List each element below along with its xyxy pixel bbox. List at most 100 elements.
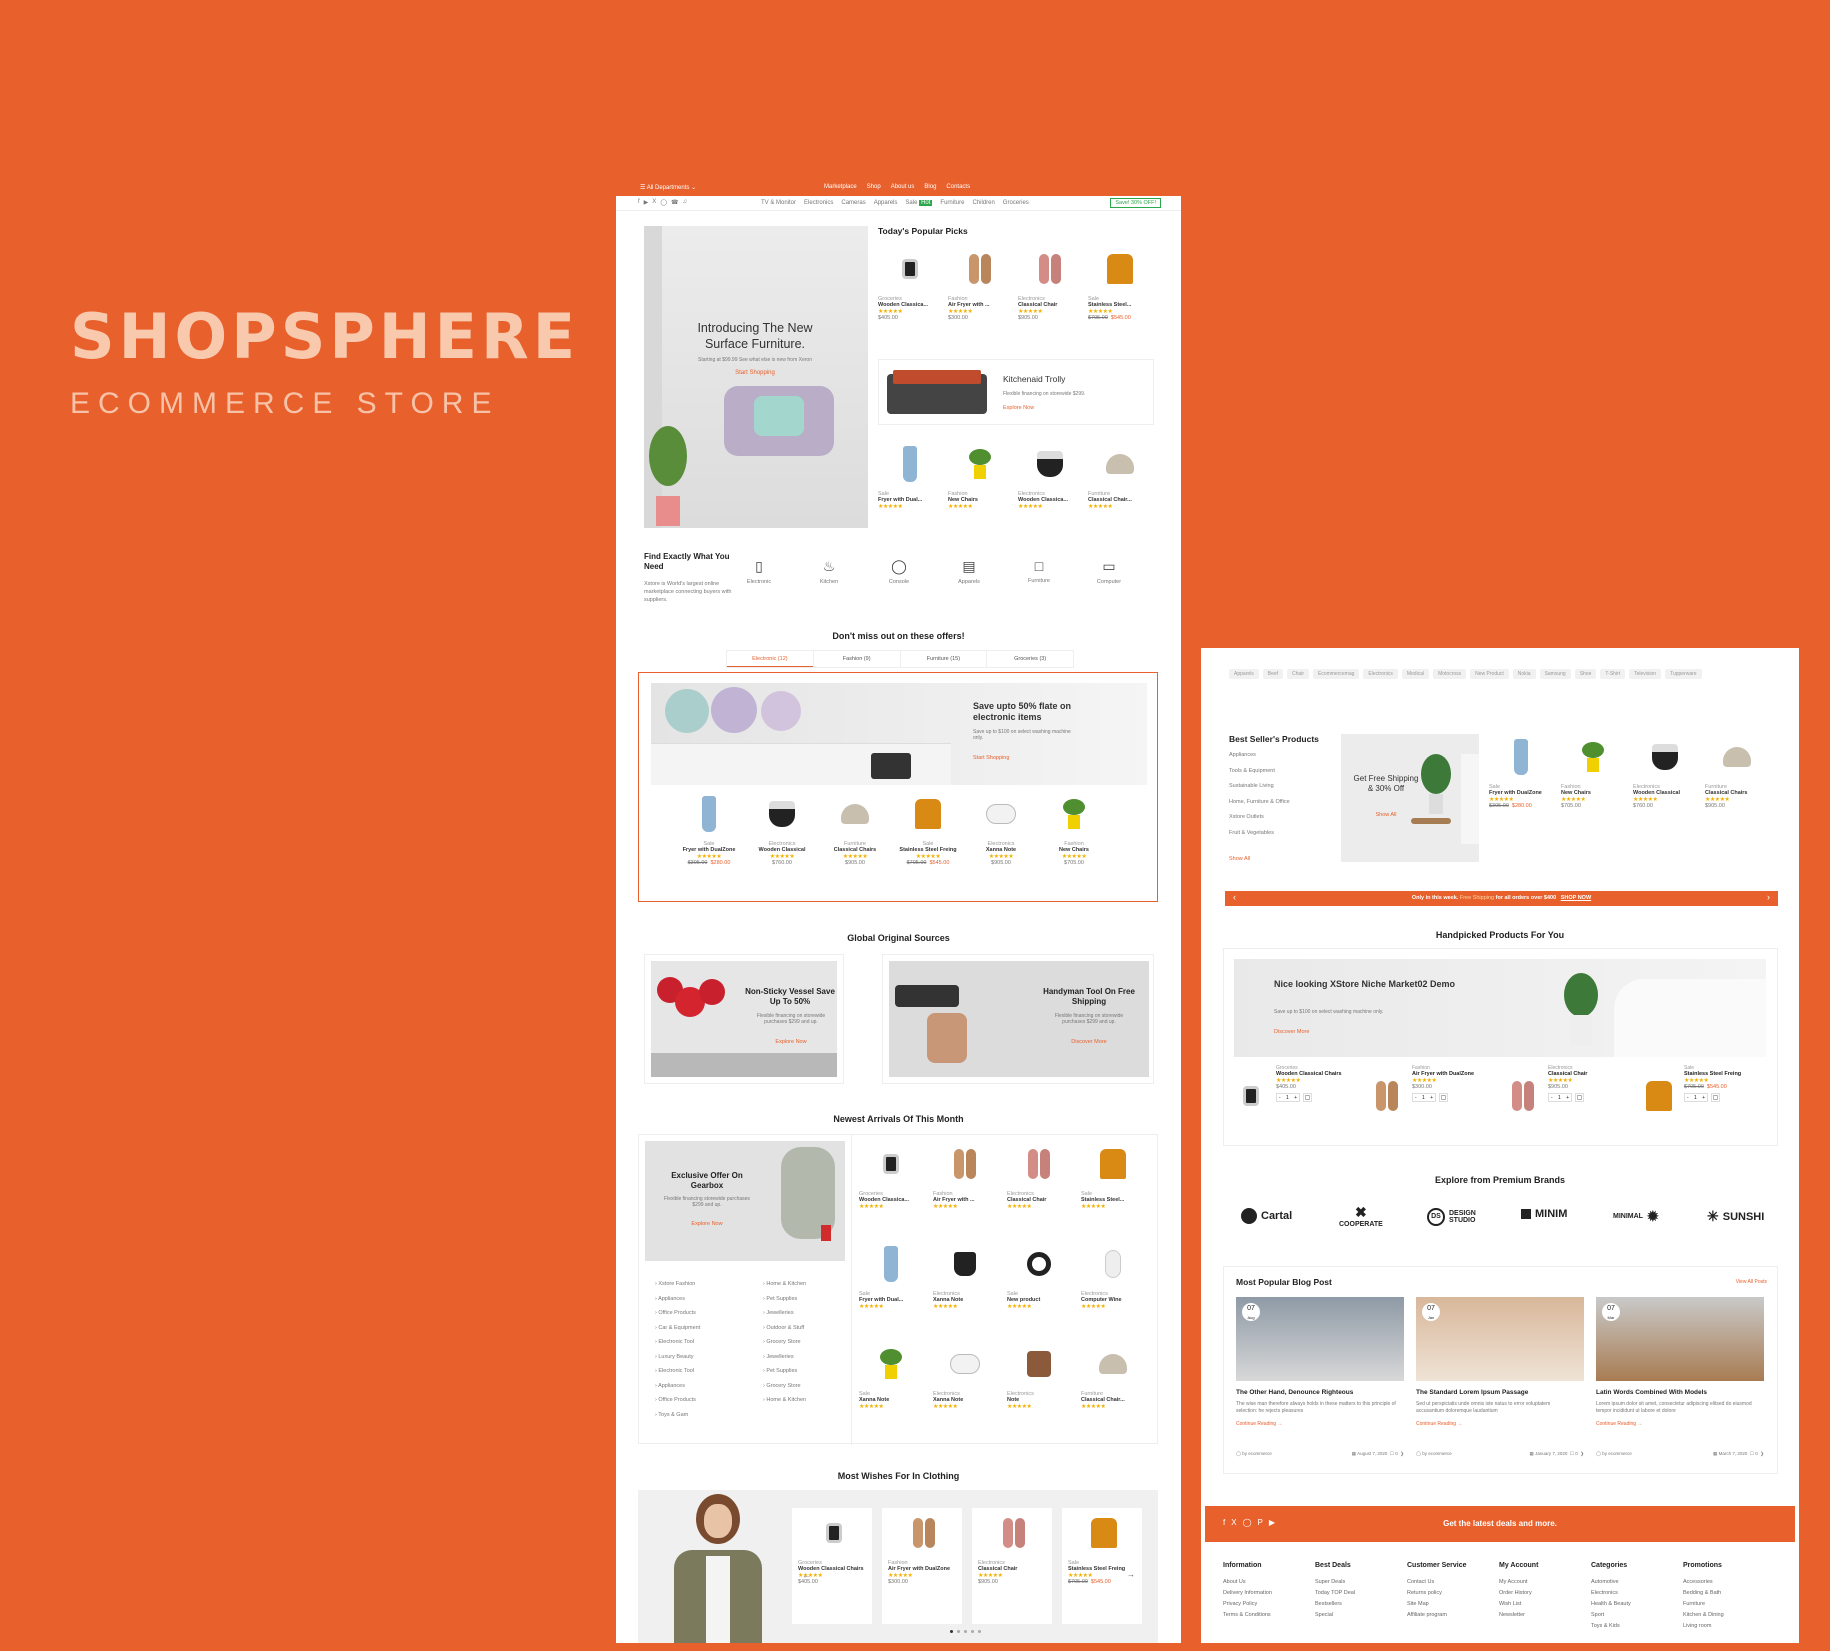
cat-cameras[interactable]: Cameras [841, 200, 865, 206]
strip-next-icon[interactable]: › [1767, 892, 1770, 902]
promo-badge[interactable]: Save! 30% OFF! [1110, 198, 1161, 208]
bestseller-link[interactable]: Sustainable Living [1229, 779, 1290, 795]
blog-post-title[interactable]: The Standard Lorem Ipsum Passage [1416, 1389, 1584, 1396]
arrivals-link[interactable]: › Pet Supplies [763, 1364, 806, 1379]
blog-post[interactable]: 07 Mar Latin Words Combined With Models L… [1596, 1297, 1764, 1467]
quantity-stepper[interactable]: -1 + ▢ [1548, 1093, 1628, 1102]
tag-chip[interactable]: Television [1629, 669, 1662, 679]
product-card[interactable]: Furniture Classical Chairs ★★★★★ $905.00 [823, 791, 887, 866]
product-card[interactable]: Electronics Wooden Classical ★★★★★ $760.… [1633, 734, 1697, 809]
product-card[interactable]: Sale Xanna Note ★★★★★ [859, 1341, 923, 1410]
gearbox-cta[interactable]: Explore Now [663, 1221, 751, 1227]
footer-link[interactable]: My Account [1499, 1577, 1538, 1588]
footer-link[interactable]: Sport [1591, 1610, 1631, 1621]
share-icon[interactable]: ❯ [1400, 1451, 1404, 1456]
dot[interactable] [964, 1630, 967, 1633]
bestseller-link[interactable]: Appliances [1229, 748, 1290, 764]
footer-link[interactable]: Terms & Conditions [1223, 1610, 1272, 1621]
arrivals-link[interactable]: › Jewelleries [763, 1350, 806, 1365]
x-icon[interactable]: X [652, 199, 656, 206]
footer-link[interactable]: Bedding & Bath [1683, 1588, 1724, 1599]
prev-arrow-icon[interactable]: ← [802, 1570, 811, 1580]
arrivals-link[interactable]: › Toys & Gam [655, 1408, 700, 1423]
tag-chip[interactable]: Medical [1401, 669, 1430, 679]
product-card[interactable]: Electronics Xanna Note ★★★★★ [933, 1341, 997, 1410]
footer-link[interactable]: Living room [1683, 1621, 1724, 1632]
minus-icon[interactable]: - [1551, 1095, 1553, 1101]
cart-icon[interactable]: ▢ [1439, 1093, 1448, 1102]
find-item[interactable]: ▤ Apparels [944, 558, 994, 585]
plus-icon[interactable]: + [1566, 1095, 1569, 1101]
continue-reading[interactable]: Continue Reading → [1416, 1421, 1462, 1427]
arrivals-link[interactable]: › Luxury Beauty [655, 1350, 700, 1365]
cat-sale[interactable]: Sale Hot [905, 200, 933, 206]
youtube-icon[interactable]: ▶ [644, 199, 649, 206]
footer-link[interactable]: Health & Beauty [1591, 1599, 1631, 1610]
blog-view-all[interactable]: View All Posts [1736, 1279, 1767, 1285]
product-card[interactable]: Electronics Classical Chair ★★★★★ [1007, 1141, 1071, 1210]
arrivals-link[interactable]: › Appliances [655, 1379, 700, 1394]
next-arrow-icon[interactable]: → [1124, 1568, 1138, 1582]
free-shipping-banner[interactable]: Get Free Shipping & 30% Off Show All [1341, 734, 1479, 862]
cat-children[interactable]: Children [972, 200, 994, 206]
plus-icon[interactable]: + [1702, 1095, 1705, 1101]
tab-furniture[interactable]: Furniture (15) [899, 651, 987, 667]
handpicked-item[interactable]: Electronics Classical Chair ★★★★★ $905.0… [1504, 1065, 1630, 1135]
kitchenaid-banner[interactable]: Kitchenaid Trolly Flexible financing on … [878, 359, 1154, 425]
vessel-cta[interactable]: Explore Now [749, 1039, 833, 1045]
facebook-icon[interactable]: f [638, 199, 640, 206]
nav-marketplace[interactable]: Marketplace [824, 184, 857, 190]
handpicked-banner[interactable]: Nice looking XStore Niche Market02 Demo … [1234, 959, 1766, 1057]
dot-active[interactable] [950, 1630, 953, 1633]
offers-banner[interactable]: Save upto 50% flate on electronic items … [651, 683, 1147, 785]
product-card[interactable]: Groceries Wooden Classica... ★★★★★ [859, 1141, 923, 1210]
cat-groceries[interactable]: Groceries [1003, 200, 1029, 206]
product-card[interactable]: Electronics Classical Chair ★★★★★ $905.0… [978, 1510, 1050, 1585]
tab-fashion[interactable]: Fashion (9) [812, 651, 900, 667]
blog-image[interactable] [1596, 1297, 1764, 1381]
bestseller-link[interactable]: Home, Furniture & Office [1229, 795, 1290, 811]
product-card[interactable]: Sale Fryer with DualZone ★★★★★ $305.00 $2… [1489, 734, 1553, 809]
find-item[interactable]: ▭ Computer [1084, 558, 1134, 585]
offers-banner-cta[interactable]: Start Shopping [973, 755, 1009, 761]
product-card[interactable]: Fashion Air Fryer with ... ★★★★★ $300.00 [948, 246, 1012, 321]
footer-link[interactable]: Accessories [1683, 1577, 1724, 1588]
find-item[interactable]: ♨ Kitchen [804, 558, 854, 585]
product-card[interactable]: Fashion New Chairs ★★★★★ $705.00 [1042, 791, 1106, 866]
product-card[interactable]: Fashion Air Fryer with ... ★★★★★ [933, 1141, 997, 1210]
product-card[interactable]: Electronics Computer Wine ★★★★★ [1081, 1241, 1145, 1310]
find-item[interactable]: ◯ Console [874, 558, 924, 585]
arrivals-link[interactable]: › Grocery Store [763, 1379, 806, 1394]
cart-icon[interactable]: ▢ [1303, 1093, 1312, 1102]
gearbox-banner[interactable]: Exclusive Offer On Gearbox Flexible fina… [645, 1141, 845, 1261]
arrivals-link[interactable]: › Outdoor & Stuff [763, 1321, 806, 1336]
tag-chip[interactable]: Chair [1287, 669, 1309, 679]
blog-post-title[interactable]: The Other Hand, Denounce Righteous [1236, 1389, 1404, 1396]
bestseller-link[interactable]: Tools & Equipment [1229, 764, 1290, 780]
brand-minimal[interactable]: MINIMAL ✹ [1613, 1208, 1659, 1225]
arrivals-link[interactable]: › Pet Supplies [763, 1292, 806, 1307]
find-item[interactable]: ▯ Electronic [734, 558, 784, 585]
footer-link[interactable]: Wish List [1499, 1599, 1538, 1610]
blog-author[interactable]: ◯ by ecommerce [1236, 1451, 1272, 1457]
tag-chip[interactable]: Shoe [1574, 669, 1597, 679]
bestseller-link[interactable]: Xstore Outlets [1229, 810, 1290, 826]
footer-link[interactable]: Affiliate program [1407, 1610, 1467, 1621]
footer-link[interactable]: Newsletter [1499, 1610, 1538, 1621]
product-card[interactable]: Electronics Note ★★★★★ [1007, 1341, 1071, 1410]
brand-design-studio[interactable]: DS DESIGN STUDIO [1427, 1208, 1487, 1226]
product-card[interactable]: Fashion New Chairs ★★★★★ $705.00 [1561, 734, 1625, 809]
product-card[interactable]: Furniture Classical Chair... ★★★★★ [1088, 441, 1152, 510]
dot[interactable] [978, 1630, 981, 1633]
arrivals-link[interactable]: › Home & Kitchen [763, 1277, 806, 1292]
blog-post-title[interactable]: Latin Words Combined With Models [1596, 1389, 1764, 1396]
handpicked-item[interactable]: Sale Stainless Steel Freing ★★★★★ $705.0… [1640, 1065, 1766, 1135]
nav-contacts[interactable]: Contacts [946, 184, 970, 190]
cat-electronics[interactable]: Electronics [804, 200, 833, 206]
brand-minim[interactable]: MINIM [1521, 1208, 1567, 1220]
footer-link[interactable]: Contact Us [1407, 1577, 1467, 1588]
handpicked-item[interactable]: Groceries Wooden Classical Chairs ★★★★★ … [1232, 1065, 1358, 1135]
continue-reading[interactable]: Continue Reading → [1596, 1421, 1642, 1427]
share-icon[interactable]: ❯ [1580, 1451, 1584, 1456]
bestseller-link[interactable]: Fruit & Vegetables [1229, 826, 1290, 842]
